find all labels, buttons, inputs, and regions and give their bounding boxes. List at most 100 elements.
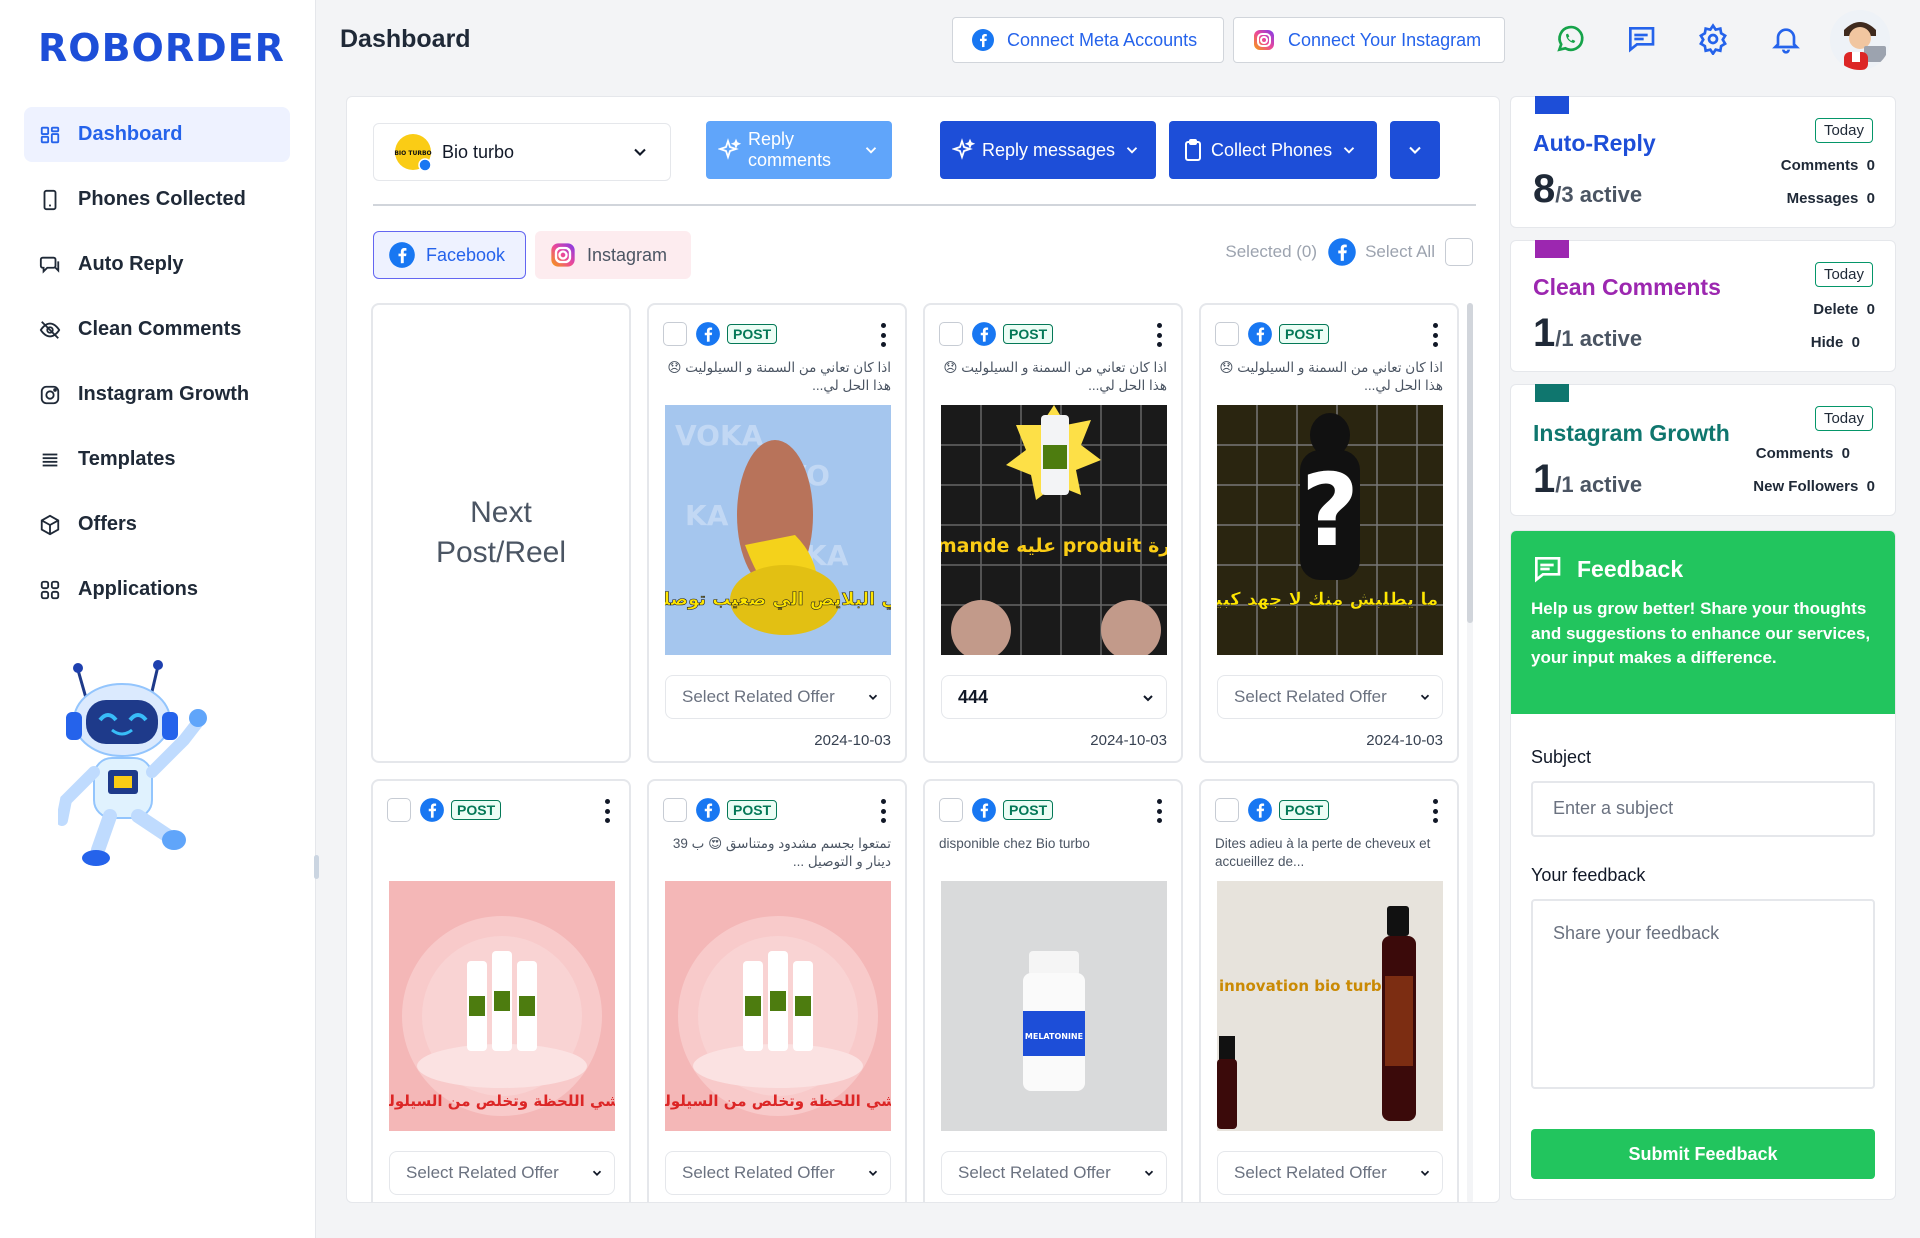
messages-icon[interactable]	[1624, 22, 1658, 56]
collect-phones-button[interactable]: Collect Phones	[1169, 121, 1377, 179]
dashboard-icon	[38, 123, 62, 147]
connect-instagram-button[interactable]: Connect Your Instagram	[1233, 17, 1505, 63]
feedback-header: Feedback Help us grow better! Share your…	[1511, 531, 1895, 714]
more-actions-button[interactable]	[1390, 121, 1440, 179]
related-offer-select[interactable]: Select Related Offer	[1217, 1151, 1443, 1195]
clean-comments-card[interactable]: Clean Comments 1/1 active Today Delete 0…	[1510, 240, 1896, 372]
next-post-line1: Next	[470, 495, 532, 529]
related-offer-select[interactable]: Select Related Offer	[1217, 675, 1443, 719]
sidebar-item-templates[interactable]: Templates	[24, 432, 290, 487]
post-thumbnail[interactable]: VOKAVOKAKAفي البلايص الي صعيب توصلها	[665, 405, 891, 655]
posts-scrollbar[interactable]	[1467, 303, 1473, 1202]
feedback-title: Feedback	[1577, 555, 1684, 582]
more-options-icon[interactable]	[1433, 323, 1439, 347]
more-options-icon[interactable]	[881, 799, 887, 823]
connect-meta-accounts-button[interactable]: Connect Meta Accounts	[952, 17, 1224, 63]
sidebar-item-dashboard[interactable]: Dashboard	[24, 107, 290, 162]
phone-icon	[38, 188, 62, 212]
sidebar-item-clean-comments[interactable]: Clean Comments	[24, 302, 290, 357]
post-checkbox[interactable]	[1215, 798, 1239, 822]
post-caption: اذا كان تعاني من السمنة و السيلوليت 😞 هذ…	[943, 360, 1167, 394]
post-checkbox[interactable]	[663, 798, 687, 822]
more-options-icon[interactable]	[881, 323, 887, 347]
sidebar-item-auto-reply[interactable]: Auto Reply	[24, 237, 290, 292]
reply-comments-label: Reply comments	[748, 129, 832, 170]
more-options-icon[interactable]	[1157, 323, 1163, 347]
sidebar: ROBORDER Dashboard Phones Collected Auto…	[0, 0, 319, 1238]
auto-reply-count: 8/3 active	[1533, 167, 1642, 212]
tab-instagram[interactable]: Instagram	[535, 231, 691, 279]
auto-reply-card[interactable]: Auto-Reply 8/3 active Today Comments 0 M…	[1510, 96, 1896, 228]
clean-comments-hide-stat: Hide 0	[1811, 334, 1860, 351]
post-checkbox[interactable]	[1215, 322, 1239, 346]
post-type-badge: POST	[1279, 800, 1330, 820]
post-thumbnail[interactable]: MELATONINE	[941, 881, 1167, 1131]
post-card: POST Dites adieu à la perte de cheveux e…	[1199, 779, 1459, 1202]
offer-value: Select Related Offer	[406, 1163, 559, 1182]
stat-label: Hide	[1810, 334, 1844, 351]
stat-value: 0	[1841, 445, 1850, 462]
sidebar-item-offers[interactable]: Offers	[24, 497, 290, 552]
post-thumbnail[interactable]: عيشي اللحظة وتخلص من السيلوليت	[665, 881, 891, 1131]
chevron-down-icon	[862, 141, 880, 159]
stat-label: Messages	[1786, 190, 1859, 207]
toolbar-divider	[373, 204, 1476, 206]
today-badge: Today	[1814, 118, 1873, 143]
bell-icon[interactable]	[1769, 22, 1803, 56]
related-offer-select[interactable]: Select Related Offer	[665, 1151, 891, 1195]
related-offer-select[interactable]: Select Related Offer	[389, 1151, 615, 1195]
feedback-textarea[interactable]: Share your feedback	[1531, 899, 1875, 1089]
stat-value: 0	[1866, 478, 1875, 495]
subject-input[interactable]: Enter a subject	[1531, 781, 1875, 837]
related-offer-select[interactable]: Select Related Offer	[665, 675, 891, 719]
sidebar-scrollbar[interactable]	[314, 855, 319, 879]
post-type-badge: POST	[451, 800, 502, 820]
related-offer-select[interactable]: 444	[941, 675, 1167, 719]
sparkles-icon	[952, 138, 976, 162]
post-caption: تمتعوا بجسم مشدود ومتناسق 😍 ب 39 دينار و…	[672, 836, 891, 870]
more-options-icon[interactable]	[1433, 799, 1439, 823]
submit-feedback-button[interactable]: Submit Feedback	[1531, 1129, 1875, 1179]
post-thumbnail[interactable]: innovation bio turbo	[1217, 881, 1443, 1131]
brand-logo[interactable]: ROBORDER	[38, 26, 285, 70]
post-card: POST تمتعوا بجسم مشدود ومتناسق 😍 ب 39 دي…	[647, 779, 907, 1202]
reply-messages-button[interactable]: Reply messages	[940, 121, 1156, 179]
offer-value: Select Related Offer	[958, 1163, 1111, 1182]
instagram-growth-card[interactable]: Instagram Growth 1/1 active Today Commen…	[1510, 384, 1896, 516]
gear-icon[interactable]	[1696, 22, 1730, 56]
more-options-icon[interactable]	[1157, 799, 1163, 823]
thumb-caption: MELATONINE	[1025, 1032, 1083, 1041]
clean-comments-title: Clean Comments	[1533, 274, 1721, 300]
tab-facebook[interactable]: Facebook	[373, 231, 526, 279]
facebook-icon	[1327, 237, 1357, 267]
sidebar-item-instagram-growth[interactable]: Instagram Growth	[24, 367, 290, 422]
facebook-icon	[1247, 321, 1273, 347]
post-checkbox[interactable]	[939, 798, 963, 822]
post-checkbox[interactable]	[939, 322, 963, 346]
post-checkbox[interactable]	[387, 798, 411, 822]
instagram-icon	[38, 383, 62, 407]
user-avatar[interactable]	[1830, 10, 1890, 70]
svg-text:BIO TURBO: BIO TURBO	[394, 150, 431, 157]
post-type-badge: POST	[1003, 800, 1054, 820]
post-checkbox[interactable]	[663, 322, 687, 346]
page-selector[interactable]: BIO TURBO Bio turbo	[373, 123, 671, 181]
sidebar-item-applications[interactable]: Applications	[24, 562, 290, 617]
post-thumbnail[interactable]: demande عليه produit كبيرة	[941, 405, 1167, 655]
page-name: Bio turbo	[442, 141, 515, 162]
instagram-icon	[1252, 28, 1276, 52]
sidebar-item-phones-collected[interactable]: Phones Collected	[24, 172, 290, 227]
eye-off-icon	[38, 318, 62, 342]
post-thumbnail[interactable]: عيشي اللحظة وتخلص من السيلوليت	[389, 881, 615, 1131]
next-post-reel-card[interactable]: Next Post/Reel	[371, 303, 631, 763]
chevron-down-icon	[1142, 1166, 1156, 1180]
instagram-growth-tag	[1535, 384, 1569, 402]
related-offer-select[interactable]: Select Related Offer	[941, 1151, 1167, 1195]
post-thumbnail[interactable]: ? و ما يطلبش منك لا جهد كبير	[1217, 405, 1443, 655]
sidebar-item-label: Instagram Growth	[78, 383, 250, 405]
select-all-checkbox[interactable]	[1445, 238, 1473, 266]
post-caption: Dites adieu à la perte de cheveux et acc…	[1215, 836, 1431, 870]
reply-comments-button[interactable]: Reply comments	[706, 121, 892, 179]
more-options-icon[interactable]	[605, 799, 611, 823]
whatsapp-icon[interactable]	[1553, 22, 1587, 56]
